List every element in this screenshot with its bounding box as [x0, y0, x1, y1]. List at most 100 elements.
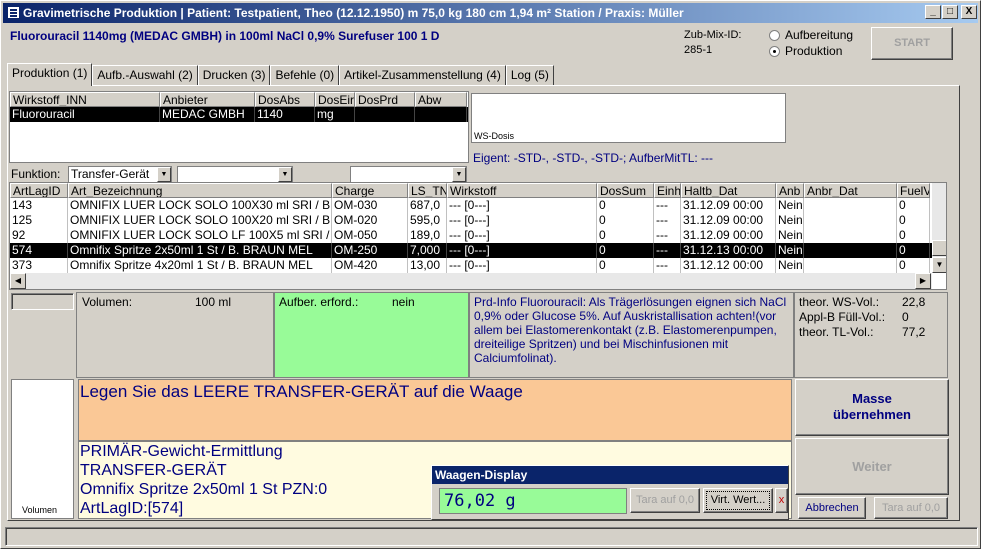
waage-tara-button[interactable]: Tara auf 0,0 [630, 488, 700, 513]
chevron-down-icon[interactable]: ▼ [452, 167, 466, 182]
tab-3[interactable]: Befehle (0) [270, 65, 340, 86]
tab-2[interactable]: Drucken (3) [197, 65, 271, 86]
radio-produktion[interactable]: Produktion [769, 44, 842, 58]
table-header: ArtLagID Art_Bezeichnung Charge LS_TN Wirkst… [10, 183, 932, 198]
chevron-down-icon[interactable]: ▼ [157, 167, 171, 182]
column-header[interactable]: Wirkstoff_INN [10, 92, 160, 107]
column-header[interactable]: Einh [654, 183, 681, 198]
table-row[interactable]: 574 Omnifix Spritze 2x50ml 1 St / B. BRAU… [10, 243, 932, 258]
table-cell: 125 [10, 213, 68, 228]
title-bar[interactable]: Gravimetrische Produktion | Patient: Tes… [3, 3, 978, 23]
column-header[interactable]: DosAbs [255, 92, 315, 107]
column-header[interactable]: LS_TN [408, 183, 447, 198]
weiter-button[interactable]: Weiter [795, 438, 949, 495]
scroll-left-icon[interactable]: ◀ [10, 273, 26, 289]
table-cell: 7,000 [408, 243, 447, 258]
table-cell: OMNIFIX LUER LOCK SOLO LF 100X5 ml SRI /… [70, 228, 332, 243]
table-row[interactable]: 125 OMNIFIX LUER LOCK SOLO 100X20 ml SRI … [10, 213, 932, 228]
volumen-gauge-label: Volumen [22, 505, 58, 515]
table-cell: Nein [778, 228, 804, 243]
applb-value: 0 [902, 310, 909, 324]
column-header[interactable]: Anb [776, 183, 804, 198]
waage-close-button[interactable]: x [775, 488, 788, 513]
vertical-scrollbar[interactable]: ▼ [932, 183, 946, 273]
tab-4[interactable]: Artikel-Zusammenstellung (4) [339, 65, 506, 86]
radio-aufbereitung[interactable]: Aufbereitung [769, 28, 853, 42]
table-cell: 31.12.09 00:00 [681, 213, 776, 228]
prd-info-text: Prd-Info Fluorouracil: Als Trägerlösunge… [469, 292, 794, 378]
product-title: Fluorouracil 1140mg (MEDAC GMBH) in 100m… [10, 29, 440, 43]
column-header[interactable]: ArtLagID [10, 183, 68, 198]
table-cell: 0 [597, 258, 654, 273]
table-cell: OM-030 [332, 198, 408, 213]
column-header[interactable]: Anbr_Dat [804, 183, 897, 198]
table-cell: Fluorouracil [10, 107, 160, 122]
masse-button-label: Masse übernehmen [832, 391, 911, 422]
tab-1[interactable]: Aufb.-Auswahl (2) [92, 65, 198, 86]
table-row[interactable]: 143 OMNIFIX LUER LOCK SOLO 100X30 ml SRI … [10, 198, 932, 213]
radio-label: Produktion [785, 44, 843, 58]
table-cell: mg [315, 107, 355, 122]
abbrechen-button[interactable]: Abbrechen [798, 497, 866, 519]
column-header[interactable]: DosPrd [355, 92, 415, 107]
table-cell: 0 [897, 258, 930, 273]
table-cell: 0 [597, 243, 654, 258]
start-button[interactable]: START [871, 27, 953, 60]
horizontal-scrollbar[interactable]: ◀ ▶ [10, 273, 932, 289]
table-cell: Nein [778, 243, 804, 258]
waagen-display: Waagen-Display 76,02 g Tara auf 0,0 Virt… [431, 465, 789, 520]
table-cell: OM-050 [332, 228, 408, 243]
scroll-down-icon[interactable]: ▼ [932, 257, 946, 273]
table-cell: --- [654, 258, 681, 273]
tl-vol-label: theor. TL-Vol.: [799, 325, 874, 339]
instruction-message: Legen Sie das LEERE TRANSFER-GERÄT auf d… [78, 379, 792, 441]
column-header[interactable]: DosSum [597, 183, 654, 198]
virt-wert-button[interactable]: Virt. Wert... [703, 488, 773, 513]
masse-uebernehmen-button[interactable]: Masse übernehmen [795, 379, 949, 436]
table-row[interactable]: Fluorouracil MEDAC GMBH 1140 mg [10, 107, 468, 122]
aufber-value: nein [392, 295, 415, 309]
applb-label: Appl-B Füll-Vol.: [799, 310, 886, 324]
main-window: Gravimetrische Produktion | Patient: Tes… [0, 0, 981, 549]
column-header[interactable]: Abw [415, 92, 467, 107]
scroll-right-icon[interactable]: ▶ [915, 273, 931, 289]
column-header[interactable]: Art_Bezeichnung [68, 183, 332, 198]
table-cell: OMNIFIX LUER LOCK SOLO 100X20 ml SRI / B… [70, 213, 332, 228]
table-cell: --- [654, 228, 681, 243]
column-header[interactable]: Wirkstoff [447, 183, 597, 198]
window-title: Gravimetrische Produktion | Patient: Tes… [23, 6, 684, 20]
tab-0[interactable]: Produktion (1) [7, 63, 93, 86]
table-cell: 0 [597, 198, 654, 213]
table-cell: 31.12.09 00:00 [681, 228, 776, 243]
column-header[interactable]: Anbieter [160, 92, 255, 107]
funktion-value: Transfer-Gerät [71, 167, 150, 181]
funktion-select[interactable]: Transfer-Gerät ▼ [68, 166, 172, 183]
table-cell: --- [0---] [447, 213, 597, 228]
table-row[interactable]: 92 OMNIFIX LUER LOCK SOLO LF 100X5 ml SRI… [10, 228, 932, 243]
status-bar [5, 527, 978, 546]
close-button[interactable]: X [961, 5, 977, 19]
scroll-thumb[interactable] [932, 240, 946, 256]
tara-button[interactable]: Tara auf 0,0 [874, 497, 948, 519]
table-cell: Nein [778, 213, 804, 228]
column-header[interactable]: DosEir [315, 92, 355, 107]
table-cell: 0 [897, 243, 930, 258]
tab-5[interactable]: Log (5) [505, 65, 554, 86]
column-header[interactable]: Haltb_Dat [681, 183, 776, 198]
chevron-down-icon[interactable]: ▼ [278, 167, 292, 182]
maximize-button[interactable]: □ [942, 5, 958, 19]
table-cell: --- [0---] [447, 198, 597, 213]
zub-mix-value: 285-1 [684, 44, 713, 56]
column-header[interactable]: FuelV [897, 183, 930, 198]
artikel-table[interactable]: ArtLagID Art_Bezeichnung Charge LS_TN Wirkst… [9, 182, 947, 290]
table-cell [415, 107, 467, 122]
table-row[interactable]: 373 Omnifix Spritze 4x20ml 1 St / B. BRAU… [10, 258, 932, 273]
minimize-button[interactable]: _ [925, 5, 941, 19]
column-header[interactable]: Charge [332, 183, 408, 198]
filter-select-2[interactable]: ▼ [177, 166, 293, 183]
aufber-info: Aufber. erford.: nein [274, 292, 469, 378]
table-cell: --- [654, 198, 681, 213]
wirkstoff-table[interactable]: Wirkstoff_INN Anbieter DosAbs DosEir DosPrd A… [9, 91, 469, 163]
table-cell: 0 [597, 228, 654, 243]
filter-select-3[interactable]: ▼ [350, 166, 467, 183]
